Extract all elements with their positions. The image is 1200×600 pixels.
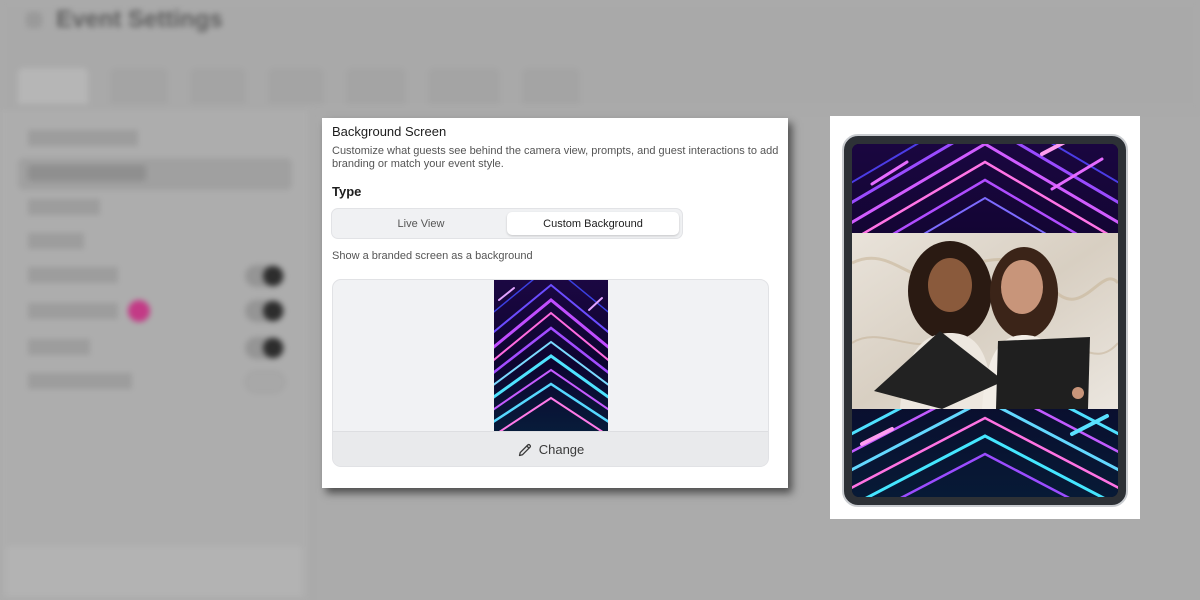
sidebar-item[interactable]	[28, 373, 132, 389]
type-heading: Type	[332, 184, 362, 199]
setting-toggle[interactable]	[245, 300, 285, 322]
type-segmented-control: Live View Custom Background	[331, 208, 683, 239]
sidebar-item[interactable]	[28, 130, 138, 146]
app-tab[interactable]	[428, 68, 500, 104]
app-tab[interactable]	[522, 68, 580, 104]
background-screen-card: Background Screen Customize what guests …	[322, 118, 788, 488]
sidebar-footer-note	[6, 546, 302, 596]
pencil-icon	[518, 443, 531, 456]
guest-photo	[852, 233, 1118, 409]
app-tab[interactable]	[110, 68, 168, 104]
app-header: Event Settings	[0, 0, 1200, 110]
notification-dot	[128, 300, 150, 322]
sidebar-item[interactable]	[28, 165, 146, 181]
app-tab[interactable]	[268, 68, 324, 104]
type-helper-text: Show a branded screen as a background	[332, 250, 533, 262]
sidebar-item[interactable]	[28, 267, 118, 283]
tablet-preview-card	[830, 116, 1140, 519]
sidebar-item[interactable]	[28, 303, 118, 319]
app-tabs	[18, 68, 580, 110]
setting-toggle[interactable]	[245, 337, 285, 359]
tablet-screen	[852, 144, 1118, 497]
live-view-option[interactable]: Live View	[335, 212, 507, 235]
sidebar-item[interactable]	[28, 199, 100, 215]
change-label: Change	[538, 442, 585, 457]
custom-background-option[interactable]: Custom Background	[507, 212, 679, 235]
app-tab[interactable]	[18, 68, 88, 104]
setting-toggle[interactable]	[245, 371, 285, 393]
tablet-device	[842, 134, 1128, 507]
sidebar-item[interactable]	[28, 233, 84, 249]
app-title: Event Settings	[56, 6, 223, 33]
section-title: Background Screen	[332, 124, 447, 139]
sidebar-item[interactable]	[28, 339, 90, 355]
back-button[interactable]	[26, 12, 42, 28]
section-description: Customize what guests see behind the cam…	[332, 145, 779, 170]
change-background-button[interactable]: Change	[333, 431, 768, 466]
app-tab[interactable]	[190, 68, 246, 104]
setting-toggle[interactable]	[245, 265, 285, 287]
background-preview: Change	[332, 279, 769, 467]
app-tab[interactable]	[346, 68, 406, 104]
background-thumbnail	[494, 280, 608, 432]
